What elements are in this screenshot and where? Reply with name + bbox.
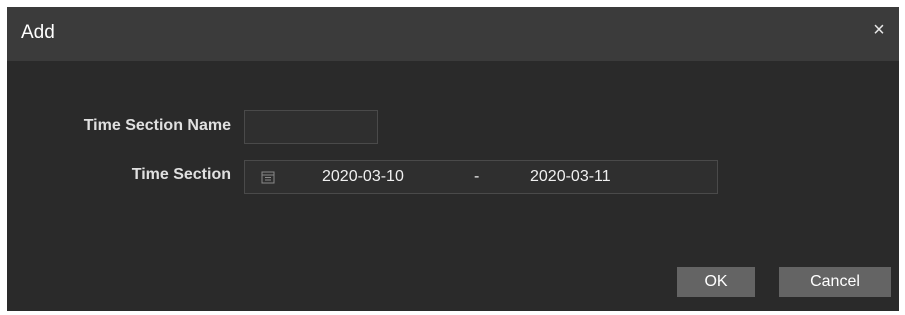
date-separator: - [474, 168, 480, 185]
dialog-body: Time Section Name Time Section 2020-03-1… [7, 61, 899, 311]
add-dialog: Add × Time Section Name Time Section 202… [7, 7, 899, 311]
time-section-range-picker[interactable]: 2020-03-10 - 2020-03-11 [244, 160, 718, 194]
time-section-name-input[interactable] [244, 110, 378, 144]
calendar-icon [261, 171, 275, 184]
dialog-titlebar: Add × [7, 7, 899, 61]
time-section-name-label: Time Section Name [83, 117, 231, 134]
cancel-button[interactable]: Cancel [779, 267, 891, 297]
time-section-label: Time Section [131, 166, 231, 183]
start-date[interactable]: 2020-03-10 [322, 168, 404, 186]
dialog-title: Add [21, 22, 55, 43]
ok-button[interactable]: OK [677, 267, 755, 297]
close-icon[interactable]: × [868, 19, 890, 41]
end-date[interactable]: 2020-03-11 [530, 168, 611, 186]
